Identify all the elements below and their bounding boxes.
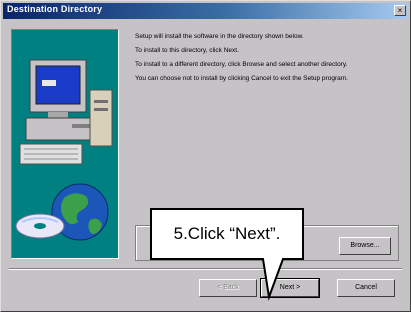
computer-monitor-icon <box>29 59 87 118</box>
browse-button[interactable]: Browse... <box>339 237 391 255</box>
instructions: Setup will install the software in the d… <box>135 33 397 89</box>
divider <box>9 268 402 270</box>
instruction-paragraph: You can choose not to install by clickin… <box>135 75 348 82</box>
instruction-paragraph: Setup will install the software in the d… <box>135 33 304 40</box>
setup-illustration-graphic <box>15 59 113 241</box>
cancel-button[interactable]: Cancel <box>337 279 395 297</box>
setup-illustration <box>11 29 119 259</box>
close-button[interactable]: × <box>394 5 406 16</box>
setup-dialog: Destination Directory × Setup will insta… <box>0 0 411 312</box>
instruction-paragraph: To install to this directory, click Next… <box>135 47 239 54</box>
back-button[interactable]: < Back <box>199 279 257 297</box>
next-button[interactable]: Next > <box>260 278 320 298</box>
window-title: Destination Directory <box>7 4 103 14</box>
title-bar[interactable]: Destination Directory × <box>3 3 408 19</box>
callout-text: 5.Click “Next”. <box>173 224 281 243</box>
cd-disc-icon <box>15 213 65 239</box>
close-icon: × <box>397 6 403 15</box>
instruction-paragraph: To install to a different directory, cli… <box>135 61 348 68</box>
